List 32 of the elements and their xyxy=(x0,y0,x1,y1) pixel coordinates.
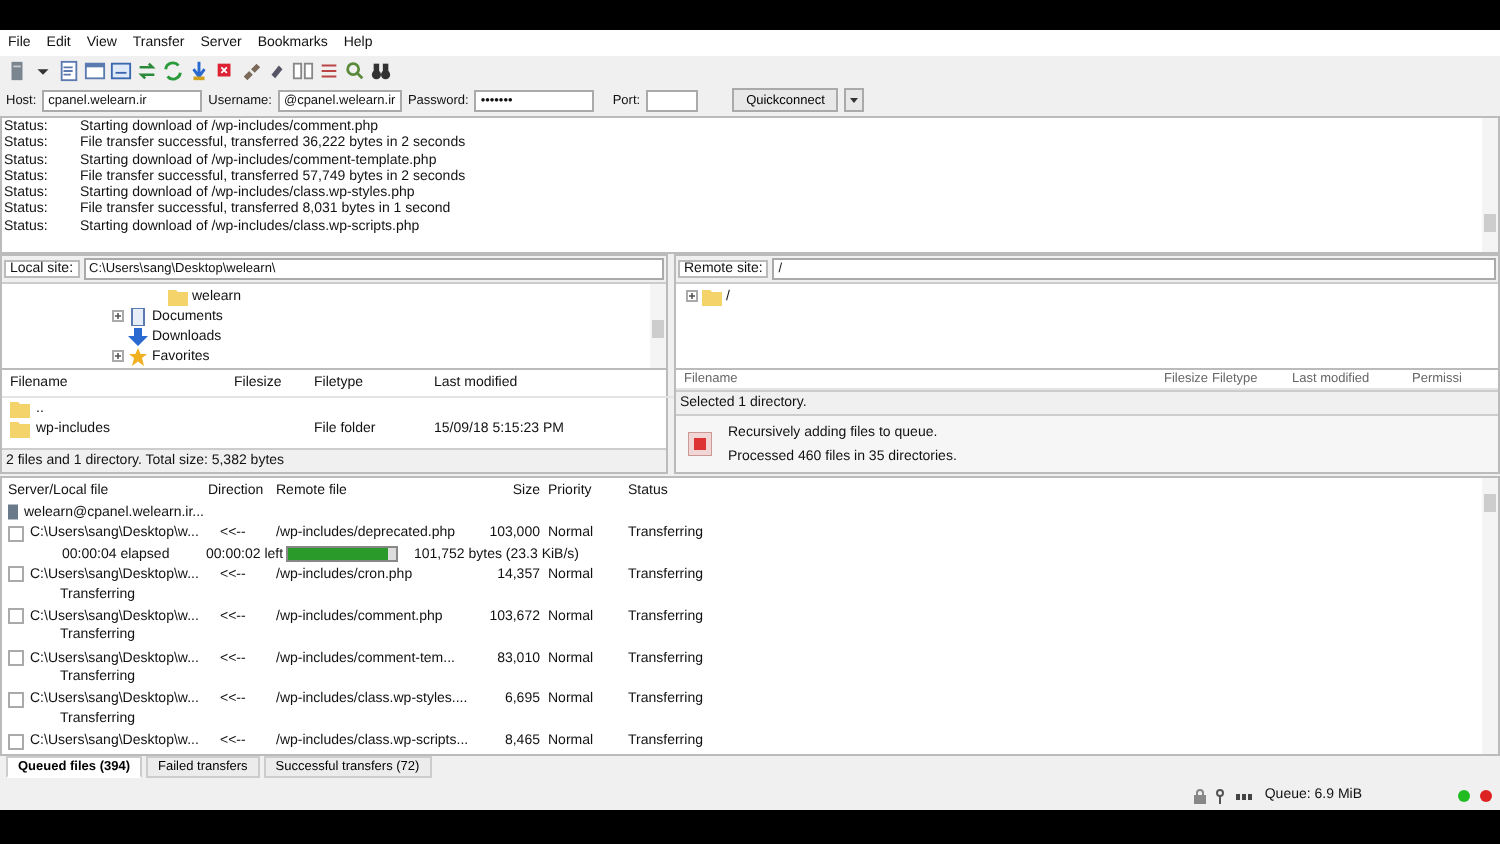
scrollbar[interactable] xyxy=(1482,478,1498,754)
checkbox[interactable] xyxy=(8,525,24,542)
window-icon[interactable] xyxy=(110,59,132,81)
checkbox[interactable] xyxy=(8,608,24,625)
checkbox[interactable] xyxy=(8,650,24,667)
arrows-icon[interactable] xyxy=(136,59,158,81)
checkbox[interactable] xyxy=(8,566,24,583)
refresh-icon[interactable] xyxy=(162,59,184,81)
expander-icon[interactable] xyxy=(686,290,698,302)
expander-icon[interactable] xyxy=(112,350,124,362)
checkbox[interactable] xyxy=(8,691,24,708)
caret-icon[interactable] xyxy=(844,88,865,112)
scrollbar[interactable] xyxy=(650,284,666,368)
document-icon[interactable] xyxy=(58,59,80,81)
stop-icon[interactable] xyxy=(214,59,236,81)
progress-bar xyxy=(286,546,398,563)
search-icon[interactable] xyxy=(344,59,366,81)
activity-light-icon xyxy=(1478,787,1494,803)
server-icon xyxy=(8,504,18,521)
port-field[interactable] xyxy=(646,89,699,111)
compare-icon[interactable] xyxy=(292,59,314,81)
window-icon[interactable] xyxy=(84,59,106,81)
activity-light-icon xyxy=(1456,787,1472,803)
stop-icon[interactable] xyxy=(688,432,712,456)
lock-icon xyxy=(1192,787,1209,803)
binoculars-icon[interactable] xyxy=(370,59,392,81)
checkbox[interactable] xyxy=(8,733,24,750)
document-icon xyxy=(128,307,148,325)
down-arrow-icon xyxy=(128,327,148,345)
star-icon xyxy=(128,347,148,365)
expander-icon[interactable] xyxy=(112,310,124,322)
scrollbar[interactable] xyxy=(1482,118,1498,252)
